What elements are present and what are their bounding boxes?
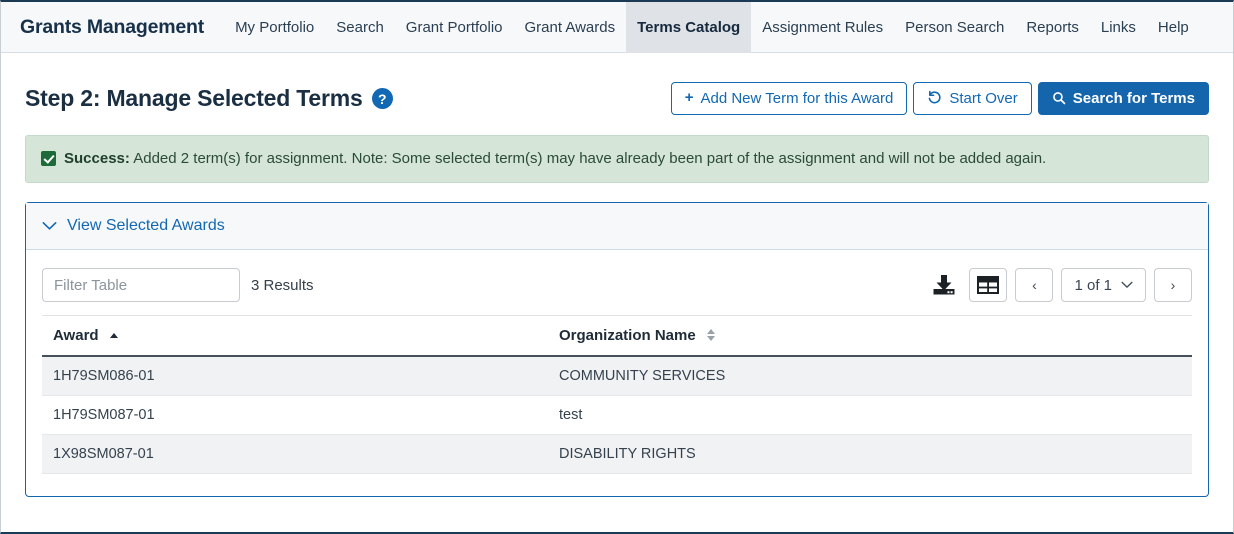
table-toolbar: 3 Results	[42, 268, 1192, 315]
table-header-row: Award Organization Name	[42, 316, 1192, 357]
column-header-award-label: Award	[53, 327, 99, 344]
plus-icon: +	[685, 90, 694, 105]
nav-item-terms-catalog[interactable]: Terms Catalog	[626, 2, 751, 53]
alert-text: Success: Added 2 term(s) for assignment.…	[64, 149, 1046, 169]
column-header-award[interactable]: Award	[42, 316, 548, 357]
table-row[interactable]: 1H79SM087-01test	[42, 396, 1192, 435]
sort-ascending-icon	[110, 333, 118, 338]
nav-item-reports[interactable]: Reports	[1015, 2, 1090, 53]
success-alert: Success: Added 2 term(s) for assignment.…	[25, 135, 1209, 183]
toolbar-left: 3 Results	[42, 268, 314, 302]
cell-organization-name: test	[548, 396, 1192, 435]
main-navigation: Grants Management My PortfolioSearchGran…	[1, 2, 1233, 53]
filter-table-input[interactable]	[42, 268, 240, 302]
panel-content: 3 Results	[26, 250, 1208, 496]
nav-item-links[interactable]: Links	[1090, 2, 1147, 53]
pagination-prev-button[interactable]: ‹	[1015, 268, 1053, 302]
search-for-terms-button[interactable]: Search for Terms	[1038, 82, 1209, 115]
sort-unsorted-icon	[707, 329, 715, 341]
app-brand[interactable]: Grants Management	[14, 16, 210, 39]
nav-item-grant-awards[interactable]: Grant Awards	[514, 2, 627, 53]
column-header-organization-name-label: Organization Name	[559, 327, 696, 344]
page-body: Step 2: Manage Selected Terms ? + Add Ne…	[1, 53, 1233, 497]
pagination-page-select[interactable]: 1 of 1	[1061, 268, 1146, 302]
pagination-next-button[interactable]: ›	[1154, 268, 1192, 302]
panel-toggle-header[interactable]: View Selected Awards	[26, 203, 1208, 250]
search-for-terms-label: Search for Terms	[1073, 91, 1195, 106]
question-mark-icon[interactable]: ?	[372, 88, 393, 109]
table-row[interactable]: 1X98SM087-01DISABILITY RIGHTS	[42, 435, 1192, 474]
panel-title: View Selected Awards	[67, 217, 225, 235]
table-head: Award Organization Name	[42, 316, 1192, 357]
table-row[interactable]: 1H79SM086-01COMMUNITY SERVICES	[42, 356, 1192, 396]
add-new-term-label: Add New Term for this Award	[700, 91, 893, 106]
page-title: Step 2: Manage Selected Terms ?	[25, 85, 393, 112]
alert-label: Success:	[64, 150, 130, 167]
page-title-text: Step 2: Manage Selected Terms	[25, 85, 363, 112]
nav-item-person-search[interactable]: Person Search	[894, 2, 1015, 53]
nav-item-help[interactable]: Help	[1147, 2, 1200, 53]
nav-item-search[interactable]: Search	[325, 2, 395, 53]
column-header-organization-name[interactable]: Organization Name	[548, 316, 1192, 357]
chevron-down-icon	[42, 219, 57, 234]
nav-item-assignment-rules[interactable]: Assignment Rules	[751, 2, 894, 53]
search-icon	[1052, 91, 1066, 107]
cell-organization-name: COMMUNITY SERVICES	[548, 356, 1192, 396]
table-body: 1H79SM086-01COMMUNITY SERVICES1H79SM087-…	[42, 356, 1192, 474]
results-count: 3 Results	[249, 277, 314, 294]
page-header: Step 2: Manage Selected Terms ? + Add Ne…	[25, 53, 1209, 121]
selected-awards-table: Award Organization Name	[42, 315, 1192, 474]
cell-award: 1H79SM087-01	[42, 396, 548, 435]
success-check-icon	[41, 151, 56, 166]
pagination-page-label: 1 of 1	[1074, 277, 1112, 294]
add-new-term-button[interactable]: + Add New Term for this Award	[671, 82, 908, 115]
nav-items: My PortfolioSearchGrant PortfolioGrant A…	[224, 2, 1200, 53]
cell-organization-name: DISABILITY RIGHTS	[548, 435, 1192, 474]
alert-message: Added 2 term(s) for assignment. Note: So…	[133, 150, 1046, 167]
undo-icon	[927, 90, 942, 108]
nav-item-grant-portfolio[interactable]: Grant Portfolio	[395, 2, 514, 53]
table-grid-icon[interactable]	[969, 268, 1007, 302]
cell-award: 1X98SM087-01	[42, 435, 548, 474]
start-over-label: Start Over	[949, 91, 1017, 106]
header-actions: + Add New Term for this Award Start Over	[671, 82, 1209, 115]
chevron-down-icon	[1121, 278, 1133, 292]
nav-item-my-portfolio[interactable]: My Portfolio	[224, 2, 325, 53]
selected-awards-panel: View Selected Awards 3 Results	[25, 202, 1209, 497]
app-window: Grants Management My PortfolioSearchGran…	[0, 0, 1234, 534]
download-icon[interactable]	[927, 268, 961, 302]
toolbar-right: ‹ 1 of 1 ›	[927, 268, 1192, 302]
cell-award: 1H79SM086-01	[42, 356, 548, 396]
start-over-button[interactable]: Start Over	[913, 82, 1031, 115]
